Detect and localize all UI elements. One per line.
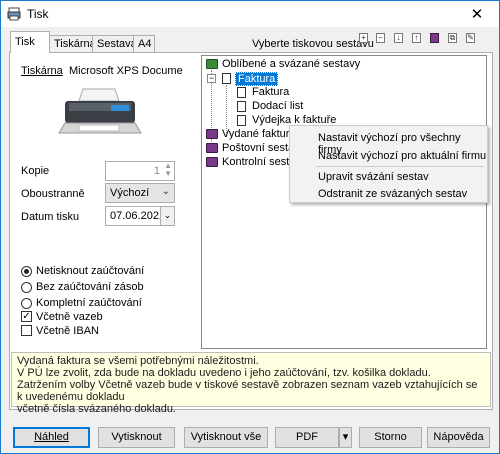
copy-report-icon[interactable]: ⧉: [448, 33, 457, 43]
printer-name: Microsoft XPS Document W: [69, 65, 183, 77]
print-button[interactable]: Vytisknout: [98, 427, 175, 448]
print-dialog: Tisk ✕ Tisk Tiskárna Sestava A4 Tiskárna…: [0, 0, 500, 454]
checkbox-label: Včetně IBAN: [36, 325, 99, 337]
checkbox-vazeb[interactable]: ✓: [21, 311, 32, 322]
remove-icon[interactable]: −: [376, 33, 385, 43]
radio-label: Bez zaúčtování zásob: [36, 281, 144, 293]
info-line: V PÚ lze zvolit, zda bude na dokladu uve…: [17, 367, 431, 379]
radio-bez-zasob[interactable]: [21, 282, 32, 293]
tree-node-root[interactable]: Oblíbené a svázané sestavy: [222, 58, 360, 70]
copies-label: Kopie: [21, 165, 50, 177]
collapse-icon[interactable]: −: [207, 74, 216, 83]
move-down-icon[interactable]: ↓: [394, 33, 403, 43]
tab-sestava[interactable]: Sestava: [92, 35, 137, 52]
document-icon: [237, 115, 246, 126]
title-bar: Tisk ✕: [1, 1, 499, 27]
tab-a4[interactable]: A4: [133, 35, 155, 52]
duplex-select[interactable]: Výchozí ⌄: [105, 183, 175, 203]
pdf-label: PDF: [296, 431, 318, 443]
copies-value: 1: [153, 165, 160, 177]
check-icon: ✓: [22, 311, 31, 322]
tab-label: Tisk: [15, 36, 35, 48]
tab-tisk[interactable]: Tisk: [10, 31, 50, 53]
chevron-down-icon: ▾: [342, 431, 349, 443]
report-book-icon: [206, 157, 218, 167]
menu-item-remove-binding[interactable]: Odstranit ze svázaných sestav: [318, 188, 467, 200]
report-book-icon: [206, 143, 218, 153]
favorites-book-icon: [206, 59, 218, 69]
chevron-down-icon: ⌄: [161, 186, 170, 197]
print-all-button[interactable]: Vytisknout vše: [184, 427, 268, 448]
radio-label: Kompletní zaúčtování: [36, 297, 142, 309]
printer-app-icon: [7, 7, 21, 21]
info-panel: Vydaná faktura se všemi potřebnými nálež…: [11, 352, 491, 415]
calendar-dropdown-icon[interactable]: ⌄: [160, 207, 174, 225]
duplex-label: Oboustranně: [21, 188, 85, 200]
radio-label: Netisknout zaúčtování: [36, 265, 145, 277]
close-icon: ✕: [470, 6, 484, 23]
document-icon: [237, 101, 246, 112]
printer-image: [58, 88, 142, 134]
tab-label: Sestava: [97, 38, 137, 50]
print-date-label: Datum tisku: [21, 211, 80, 223]
menu-separator: [316, 166, 484, 167]
help-button[interactable]: Nápověda: [427, 427, 490, 448]
tree-node-child[interactable]: Faktura: [252, 86, 289, 98]
print-all-label: Vytisknout vše: [190, 431, 262, 443]
report-book-icon: [206, 129, 218, 139]
cancel-label: Storno: [374, 431, 407, 443]
report-panel-header: Vyberte tiskovou sestavu: [252, 38, 374, 50]
tab-tiskarna[interactable]: Tiskárna: [49, 35, 96, 52]
preview-label: Náhled: [34, 431, 69, 443]
printer-label: Tiskárna: [21, 65, 63, 77]
tree-node-group[interactable]: Vydané faktury: [222, 128, 295, 140]
window-title: Tisk: [27, 7, 49, 21]
tree-node-child[interactable]: Dodací list: [252, 100, 303, 112]
close-button[interactable]: ✕: [455, 1, 499, 27]
checkbox-label: Včetně vazeb: [36, 311, 103, 323]
help-label: Nápověda: [433, 431, 484, 443]
preview-button[interactable]: Náhled: [13, 427, 90, 448]
radio-netisknout[interactable]: [21, 266, 32, 277]
info-line: Vydaná faktura se všemi potřebnými nálež…: [17, 355, 259, 367]
pdf-dropdown-button[interactable]: ▾: [339, 427, 352, 448]
tree-node-faktura-group[interactable]: Faktura: [235, 72, 279, 86]
spinner-icon[interactable]: ▲ ▼: [164, 162, 172, 178]
report-book-icon[interactable]: [430, 33, 439, 43]
info-line: včetně čísla svázaného dokladu.: [17, 403, 176, 415]
tab-label: A4: [138, 38, 152, 50]
print-date-input[interactable]: 07.06.2021 ⌄: [105, 206, 175, 226]
print-date-value: 07.06.2021: [110, 210, 166, 222]
add-icon[interactable]: +: [359, 33, 368, 43]
menu-item-set-default-current[interactable]: Nastavit výchozí pro aktuální firmu: [318, 150, 486, 162]
document-icon: [222, 73, 231, 84]
move-up-icon[interactable]: ↑: [412, 33, 421, 43]
radio-kompletni[interactable]: [21, 298, 32, 309]
tab-label: Tiskárna: [54, 38, 96, 50]
checkbox-iban[interactable]: [21, 325, 32, 336]
pdf-button[interactable]: PDF: [275, 427, 339, 448]
context-menu: Nastavit výchozí pro všechny firmy Nasta…: [289, 125, 488, 203]
print-label: Vytisknout: [111, 431, 162, 443]
cancel-button[interactable]: Storno: [359, 427, 422, 448]
info-line: Zatržením volby Včetně vazeb bude v tisk…: [17, 379, 478, 403]
copies-input[interactable]: 1 ▲ ▼: [105, 161, 175, 181]
menu-item-edit-binding[interactable]: Upravit svázání sestav: [318, 171, 429, 183]
duplex-value: Výchozí: [110, 187, 150, 199]
document-icon: [237, 87, 246, 98]
edit-report-icon[interactable]: ✎: [466, 33, 475, 43]
